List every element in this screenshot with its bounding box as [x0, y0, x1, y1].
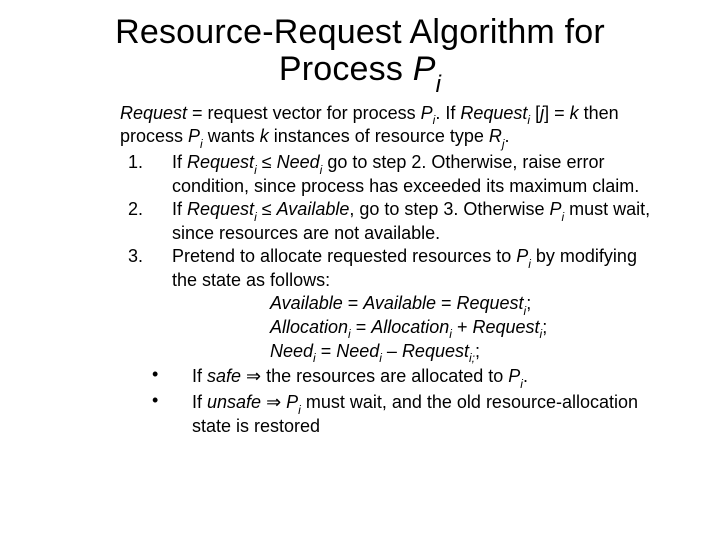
s1-le: ≤	[257, 152, 277, 172]
intro-P2: P	[188, 126, 200, 146]
intro-text: Request = request vector for process Pi.…	[120, 103, 658, 151]
intro-R: R	[489, 126, 502, 146]
e3c: Need	[336, 341, 379, 361]
intro-t6: .	[505, 126, 510, 146]
s1-i1: i	[254, 163, 257, 177]
slide-title: Resource-Request Algorithm for Process P…	[0, 0, 720, 95]
b1d: P	[508, 366, 520, 386]
b1c: ⇒ the resources are allocated to	[241, 366, 508, 386]
s2-t: , go to step 3. Otherwise	[349, 199, 549, 219]
e2e: Request	[472, 317, 539, 337]
eq-need: Needi = Needi – Requesti;;	[270, 341, 658, 365]
title-line2-a: Process	[279, 50, 413, 88]
e3csub: i	[379, 351, 382, 365]
intro-br2: ] =	[544, 103, 570, 123]
step-3: 3.Pretend to allocate requested resource…	[150, 246, 658, 291]
e2d: +	[452, 317, 473, 337]
bullet-icon: •	[172, 364, 192, 385]
e1f: ;	[526, 293, 531, 313]
s1-need: Need	[277, 152, 320, 172]
b2dsub: i	[298, 403, 301, 417]
s2-i1: i	[254, 210, 257, 224]
num-3: 3.	[150, 246, 172, 267]
slide: Resource-Request Algorithm for Process P…	[0, 0, 720, 540]
intro-request2: Request	[460, 103, 527, 123]
step-2: 2.If Requesti ≤ Available, go to step 3.…	[150, 199, 658, 244]
e3f: ;	[475, 341, 480, 361]
title-line1: Resource-Request Algorithm for	[115, 13, 605, 51]
e2esub: i	[540, 327, 543, 341]
intro-i1: i	[433, 113, 436, 127]
bullet-unsafe: •If unsafe ⇒ Pi must wait, and the old r…	[172, 392, 658, 437]
bullet-icon: •	[172, 390, 192, 411]
b2b: unsafe	[207, 392, 261, 412]
e2asub: i	[348, 327, 351, 341]
b2a: If	[192, 392, 207, 412]
b1e: .	[523, 366, 528, 386]
e3a: Need	[270, 341, 313, 361]
e3b: =	[316, 341, 337, 361]
slide-body: Request = request vector for process Pi.…	[0, 95, 720, 437]
title-i: i	[436, 71, 442, 98]
e3esub: i;	[469, 351, 475, 365]
intro-br1: [	[530, 103, 540, 123]
intro-t4: wants	[203, 126, 260, 146]
e1b: =	[343, 293, 364, 313]
eq-available: Available = Available = Requesti;	[270, 293, 658, 317]
e3d: –	[382, 341, 402, 361]
s1-req: Request	[187, 152, 254, 172]
s2-le: ≤	[257, 199, 277, 219]
bullet-safe: •If safe ⇒ the resources are allocated t…	[172, 366, 658, 390]
s1-a: If	[172, 152, 187, 172]
b1a: If	[192, 366, 207, 386]
e1d: =	[436, 293, 457, 313]
b2d: P	[286, 392, 298, 412]
e2c: Allocation	[371, 317, 449, 337]
e3asub: i	[313, 351, 316, 365]
intro-t5: instances of resource type	[269, 126, 489, 146]
s1-i2: i	[320, 163, 323, 177]
e2a: Allocation	[270, 317, 348, 337]
intro-request: Request	[120, 103, 187, 123]
e1e: Request	[457, 293, 524, 313]
eq-allocation: Allocationi = Allocationi + Requesti;	[270, 317, 658, 341]
s3-i: i	[528, 257, 531, 271]
intro-i3: i	[200, 137, 203, 151]
b1dsub: i	[520, 377, 523, 391]
intro-P: P	[421, 103, 433, 123]
e2csub: i	[449, 327, 452, 341]
intro-t2: . If	[435, 103, 460, 123]
intro-k2: k	[260, 126, 269, 146]
e1esub: i	[524, 304, 527, 318]
intro-j2: j	[502, 137, 505, 151]
e1c: Available	[363, 293, 436, 313]
s3-a: Pretend to allocate requested resources …	[172, 246, 516, 266]
title-P: P	[413, 50, 436, 88]
e2f: ;	[542, 317, 547, 337]
intro-k: k	[570, 103, 579, 123]
b1b: safe	[207, 366, 241, 386]
bullet-list: •If safe ⇒ the resources are allocated t…	[120, 366, 658, 437]
s2-avail: Available	[277, 199, 350, 219]
step-1: 1.If Requesti ≤ Needi go to step 2. Othe…	[150, 152, 658, 197]
s2-req: Request	[187, 199, 254, 219]
s3-P: P	[516, 246, 528, 266]
num-1: 1.	[150, 152, 172, 173]
intro-t1: = request vector for process	[187, 103, 421, 123]
e1a: Available	[270, 293, 343, 313]
e3e: Request	[402, 341, 469, 361]
s2-P: P	[549, 199, 561, 219]
num-2: 2.	[150, 199, 172, 220]
e2b: =	[351, 317, 372, 337]
equations: Available = Available = Requesti; Alloca…	[120, 293, 658, 364]
b2c: ⇒	[261, 392, 286, 412]
s2-a: If	[172, 199, 187, 219]
intro-i2: i	[527, 113, 530, 127]
s2-i2: i	[561, 210, 564, 224]
ordered-list: 1.If Requesti ≤ Needi go to step 2. Othe…	[120, 152, 658, 291]
